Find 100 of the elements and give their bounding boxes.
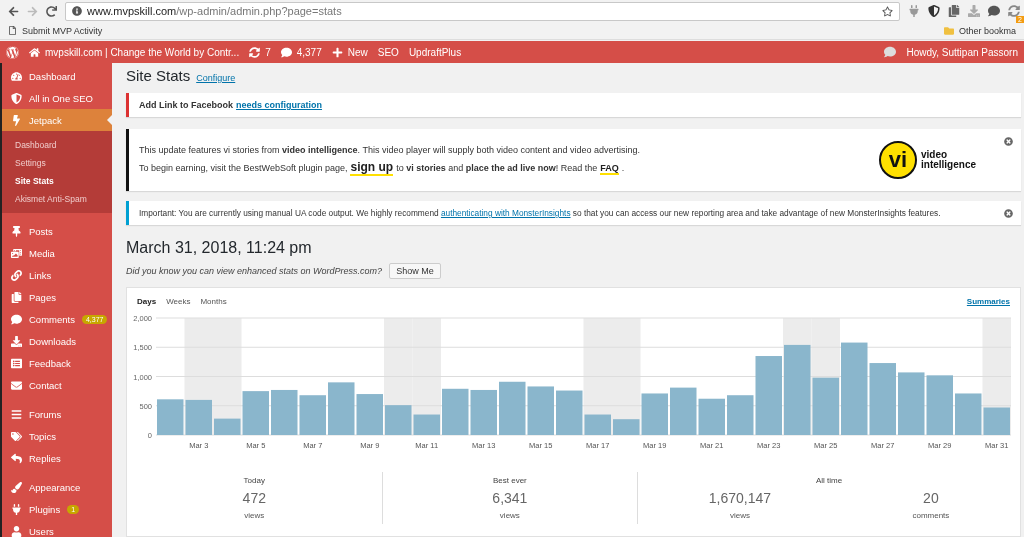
- bar: [356, 394, 383, 435]
- bar: [442, 388, 469, 435]
- notice-text: To begin earning, visit the BestWebSoft plugin page,: [139, 162, 348, 173]
- bar: [299, 395, 326, 435]
- menu-label: Appearance: [29, 481, 81, 493]
- summary-number: 1,670,147: [708, 490, 772, 506]
- chat-icon[interactable]: [884, 46, 897, 58]
- menu-item[interactable]: Topics: [2, 425, 112, 447]
- bar: [385, 405, 412, 435]
- toolbar-link[interactable]: SEO: [377, 46, 399, 58]
- notice-text: .: [621, 162, 625, 173]
- summary-title: All time: [815, 476, 843, 485]
- menu-item[interactable]: Posts: [2, 220, 112, 242]
- summary-unit: views: [244, 511, 265, 520]
- reload-icon[interactable]: [46, 5, 57, 17]
- menu-label: Jetpack: [29, 114, 62, 126]
- site-link[interactable]: mvpskill.com | Change the World by Contr...: [29, 46, 240, 58]
- updates-link[interactable]: 7: [249, 46, 271, 58]
- plus-icon: [331, 46, 343, 58]
- notice-link[interactable]: sign up: [350, 159, 394, 176]
- menu-label: Pages: [29, 291, 56, 303]
- envelope-icon: [11, 379, 22, 391]
- menu-label: Feedback: [29, 357, 71, 369]
- menu-item[interactable]: Dashboard: [2, 65, 112, 87]
- notice-link[interactable]: authenticating with MonsterInsights: [440, 208, 571, 218]
- summary-unit: views: [499, 511, 520, 520]
- page-title: Site Stats: [126, 67, 191, 84]
- menu-label: Plugins: [29, 503, 61, 515]
- page-icon: [8, 26, 17, 35]
- media-icon: [11, 247, 22, 259]
- shield-icon: [11, 92, 22, 104]
- bookmark-link[interactable]: Submit MVP Activity: [22, 25, 103, 36]
- period-tab[interactable]: Months: [200, 296, 227, 306]
- configuration-link[interactable]: needs configuration: [236, 100, 323, 110]
- tag-icon: [11, 430, 22, 442]
- menu-item[interactable]: Replies: [2, 447, 112, 469]
- bar: [698, 398, 725, 435]
- configure-link[interactable]: Configure: [196, 73, 236, 83]
- folder-icon: [943, 25, 954, 36]
- submenu-item[interactable]: Dashboard: [2, 136, 112, 154]
- bar: [328, 382, 355, 435]
- extension-icon[interactable]: [988, 5, 1000, 17]
- bookmark-folder[interactable]: Other bookma: [958, 25, 1016, 36]
- comments-link[interactable]: 4,377: [280, 46, 322, 58]
- notice-text: to vi stories and place the ad live now! Read the: [396, 162, 598, 173]
- menu-item[interactable]: Feedback: [2, 352, 112, 374]
- account-link[interactable]: Howdy, Suttipan Passorn: [906, 46, 1018, 58]
- menu-item[interactable]: Jetpack: [2, 109, 112, 131]
- show-me-button[interactable]: Show Me: [389, 263, 441, 279]
- menu-label: Comments: [29, 313, 75, 325]
- summary-number: 472: [242, 490, 266, 506]
- new-link[interactable]: New: [331, 46, 368, 58]
- summary-title: Today: [243, 476, 265, 485]
- period-tab[interactable]: Weeks: [166, 296, 191, 306]
- menu-item[interactable]: All in One SEO: [2, 87, 112, 109]
- menu-item[interactable]: Downloads: [2, 330, 112, 352]
- menu-item[interactable]: Links: [2, 264, 112, 286]
- back-icon[interactable]: [8, 5, 19, 17]
- close-icon[interactable]: [1004, 137, 1013, 146]
- menu-label: Users: [29, 525, 54, 537]
- link-icon: [11, 269, 22, 281]
- stats-date: March 31, 2018, 11:24 pm: [126, 239, 313, 257]
- summary-unit: views: [729, 511, 750, 520]
- address-field[interactable]: www.mvpskill.com/wp-admin/admin.php?page=stats: [65, 1, 900, 21]
- notice-title: Add Link to Facebook: [139, 100, 233, 110]
- menu-item[interactable]: Media: [2, 242, 112, 264]
- notice-link[interactable]: FAQ: [600, 162, 619, 175]
- extension-icon[interactable]: [948, 5, 960, 17]
- menu-item[interactable]: Pages: [2, 286, 112, 308]
- summary-number: 6,341: [492, 490, 528, 506]
- reply-icon: [11, 452, 22, 464]
- submenu-item[interactable]: Site Stats: [2, 172, 112, 190]
- forum-icon: [11, 408, 22, 420]
- brush-icon: [11, 481, 22, 493]
- menu-item[interactable]: Forums: [2, 403, 112, 425]
- menu-item[interactable]: Users: [2, 520, 112, 537]
- pin-icon: [11, 225, 22, 237]
- bar: [470, 389, 497, 435]
- submenu-item[interactable]: Settings: [2, 154, 112, 172]
- menu-label: Contact: [29, 379, 62, 391]
- bolt-icon: [11, 114, 22, 126]
- summary-number: 20: [923, 490, 939, 506]
- form-icon: [11, 357, 22, 369]
- menu-item[interactable]: Contact: [2, 374, 112, 396]
- star-icon[interactable]: [882, 5, 893, 17]
- extension-icon[interactable]: [928, 5, 940, 17]
- user-icon: [11, 525, 22, 537]
- menu-item[interactable]: Appearance: [2, 476, 112, 498]
- toolbar-link[interactable]: UpdraftPlus: [408, 46, 462, 58]
- period-tab[interactable]: Days: [137, 296, 157, 306]
- refresh-icon: [249, 46, 261, 58]
- close-icon[interactable]: [1004, 209, 1013, 218]
- submenu-item[interactable]: Akismet Anti-Spam: [2, 190, 112, 208]
- wordpress-logo-icon[interactable]: [6, 45, 19, 59]
- logo-text: video intelligence: [921, 150, 977, 170]
- summaries-link[interactable]: Summaries: [966, 296, 1010, 306]
- plug-icon: [11, 503, 22, 515]
- menu-label: Forums: [29, 408, 62, 420]
- bar: [670, 387, 697, 435]
- bar: [898, 372, 925, 435]
